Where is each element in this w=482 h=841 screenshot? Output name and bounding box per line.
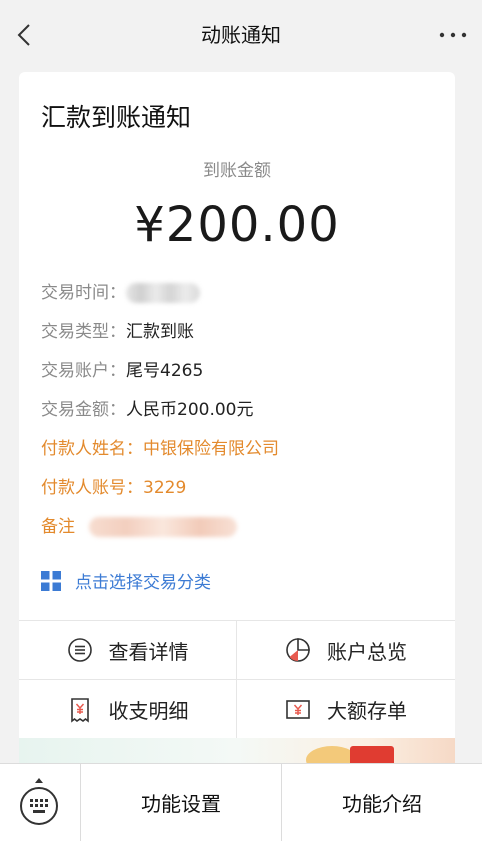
notice-title: 汇款到账通知 <box>41 103 192 132</box>
category-link-label: 点击选择交易分类 <box>75 573 211 593</box>
bottom-bar: 功能设置 功能介绍 <box>0 763 482 841</box>
grid-icon <box>41 570 61 591</box>
select-category-link[interactable]: 点击选择交易分类 <box>41 568 211 593</box>
pie-chart-icon <box>286 638 310 662</box>
row-value: 尾号4265 <box>126 361 204 381</box>
function-intro-button[interactable]: 功能介绍 <box>282 764 482 841</box>
amount-label: 到账金额 <box>203 161 271 181</box>
menu-label: 查看详情 <box>108 639 189 664</box>
row-transaction-account: 交易账户：尾号4265 <box>41 358 203 384</box>
row-label: 交易时间： <box>41 283 126 303</box>
row-label: 备注 <box>41 517 75 537</box>
view-details-button[interactable]: 查看详情 <box>19 621 237 680</box>
redacted-time <box>126 283 200 303</box>
nav-bar: 动账通知 <box>0 0 482 72</box>
income-expense-details-button[interactable]: 收支明细 <box>19 680 237 739</box>
list-circle-icon <box>67 638 92 662</box>
function-settings-button[interactable]: 功能设置 <box>81 764 282 841</box>
row-payer-account: 付款人账号：3229 <box>41 475 186 501</box>
row-remark: 备注 <box>41 514 237 540</box>
menu-label: 账户总览 <box>327 639 407 664</box>
redacted-remark <box>89 517 237 537</box>
amount-value: ¥200.00 <box>134 197 340 253</box>
keyboard-icon <box>20 778 58 825</box>
row-value: 人民币200.00元 <box>126 400 254 420</box>
row-value: 3229 <box>143 478 187 498</box>
receipt-yen-icon <box>70 697 89 723</box>
row-label: 付款人姓名： <box>41 439 143 459</box>
row-label: 交易金额： <box>41 400 126 420</box>
menu-label: 收支明细 <box>108 699 189 723</box>
notice-card: 汇款到账通知 到账金额 ¥200.00 交易时间： 交易类型：汇款到账 交易账户… <box>19 72 455 620</box>
row-transaction-type: 交易类型：汇款到账 <box>41 319 194 345</box>
row-label: 交易类型： <box>41 322 126 342</box>
certificate-yen-icon <box>286 699 310 719</box>
action-menu: 查看详情 账户总览 收支明细 大额存单 <box>19 620 455 739</box>
keyboard-toggle[interactable] <box>0 764 81 841</box>
more-horizontal-icon[interactable] <box>438 24 468 46</box>
row-payer-name: 付款人姓名：中银保险有限公司 <box>41 436 279 462</box>
row-value: 汇款到账 <box>126 322 194 342</box>
account-overview-button[interactable]: 账户总览 <box>237 621 455 680</box>
page-title: 动账通知 <box>201 23 281 47</box>
row-value: 中银保险有限公司 <box>143 439 279 459</box>
row-label: 付款人账号： <box>41 478 143 498</box>
menu-label: 大额存单 <box>327 699 407 723</box>
row-label: 交易账户： <box>41 361 126 381</box>
row-transaction-time: 交易时间： <box>41 280 200 306</box>
row-transaction-amount: 交易金额：人民币200.00元 <box>41 397 253 423</box>
large-deposit-button[interactable]: 大额存单 <box>237 680 455 739</box>
